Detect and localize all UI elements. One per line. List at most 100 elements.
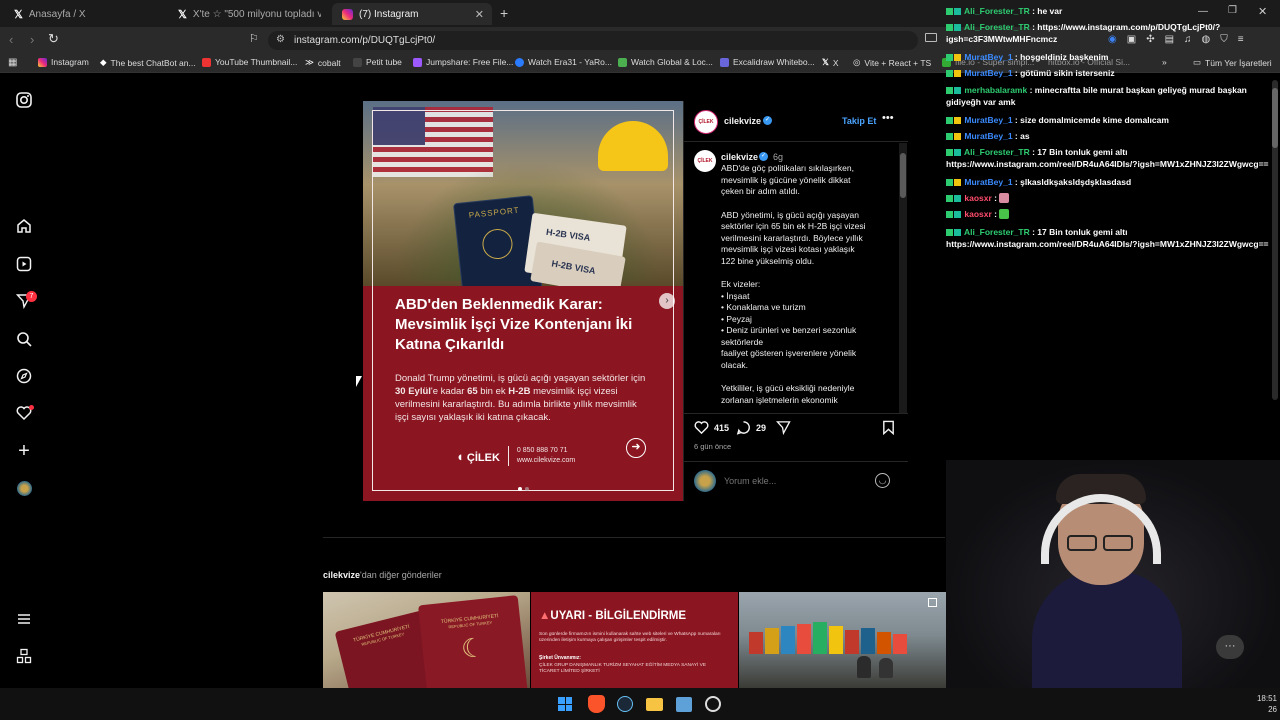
explore-icon[interactable] xyxy=(16,368,32,384)
also-from-meta-icon[interactable] xyxy=(16,648,32,664)
extension-icon[interactable]: ▣ xyxy=(1127,34,1136,45)
chat-username[interactable]: Ali_Forester_TR xyxy=(962,6,1030,16)
bookmark-global[interactable]: Watch Global & Loc... xyxy=(618,57,713,67)
bookmark-cobalt[interactable]: ≫ cobalt xyxy=(305,57,341,68)
person-body-graphic xyxy=(1032,570,1182,700)
extension-icon[interactable]: ◉ xyxy=(1108,34,1117,45)
more-posts-username[interactable]: cilekvize xyxy=(323,570,360,580)
chat-username[interactable]: kaosxr xyxy=(962,193,991,203)
divider xyxy=(323,537,945,538)
brave-browser-icon[interactable] xyxy=(588,695,605,713)
headphones-graphic xyxy=(1041,494,1161,564)
bookmark-youtube-thumbnail[interactable]: YouTube Thumbnail... xyxy=(202,57,297,67)
chat-badge-icon xyxy=(946,24,953,31)
cast-icon[interactable] xyxy=(925,33,937,42)
follow-button[interactable]: Takip Et xyxy=(842,116,876,126)
chat-username[interactable]: Ali_Forester_TR xyxy=(962,22,1030,32)
page-scrollbar[interactable] xyxy=(1272,80,1278,400)
back-icon[interactable]: ‹ xyxy=(9,32,13,47)
chat-username[interactable]: MuratBey_1 xyxy=(962,52,1012,62)
instagram-logo-icon[interactable] xyxy=(16,92,32,108)
like-icon[interactable] xyxy=(694,420,709,440)
close-tab-icon[interactable]: ✕ xyxy=(475,8,484,21)
tab-instagram[interactable]: (7) Instagram ✕ xyxy=(332,3,492,25)
system-clock[interactable]: 18:51 26 xyxy=(1247,693,1277,715)
more-post-thumbnail-warning[interactable]: ▲UYARI - BİLGİLENDİRME Son günlerde firm… xyxy=(531,592,738,688)
comment-input[interactable] xyxy=(724,473,864,489)
author-avatar[interactable]: ÇİLEK xyxy=(694,110,718,134)
bookmark-instagram[interactable]: Instagram xyxy=(38,57,89,67)
chat-username[interactable]: MuratBey_1 xyxy=(962,68,1012,78)
share-icon[interactable] xyxy=(775,420,791,440)
chat-username[interactable]: MuratBey_1 xyxy=(962,115,1012,125)
chat-message: merhabalaramk : minecraftta bile murat b… xyxy=(946,85,1247,95)
bookmark-chatbot[interactable]: ◆ The best ChatBot an... xyxy=(100,57,196,68)
bookmark-jumpshare[interactable]: Jumpshare: Free File... xyxy=(413,57,513,67)
forward-icon[interactable]: › xyxy=(30,32,34,47)
reload-icon[interactable]: ↻ xyxy=(48,31,59,47)
maximize-icon[interactable]: ❐ xyxy=(1228,5,1237,16)
sidebar-icon[interactable]: ▤ xyxy=(1165,34,1174,45)
chat-message-continued: https://www.instagram.com/reel/DR4uA64ID… xyxy=(946,239,1269,249)
chat-username[interactable]: MuratBey_1 xyxy=(962,177,1012,187)
more-options-bubble-icon[interactable]: ··· xyxy=(1216,635,1244,659)
tab-x-post[interactable]: 𝕏 X'te ☆ "500 milyonu topladı ve harca xyxy=(168,3,330,25)
save-icon[interactable] xyxy=(882,420,895,440)
shield-icon[interactable]: ⛉ xyxy=(1220,34,1228,45)
caption-username[interactable]: cilekvize xyxy=(721,152,758,162)
phone-text: 0 850 888 70 71 xyxy=(516,447,568,454)
more-post-thumbnail-passports[interactable]: TÜRKİYE CUMHURİYETİ REPUBLIC OF TURKEY T… xyxy=(323,592,530,688)
search-icon[interactable] xyxy=(16,331,32,347)
bookmark-era31[interactable]: Watch Era31 - YaRo... xyxy=(515,57,612,67)
profile-avatar[interactable] xyxy=(16,480,32,496)
extensions-puzzle-icon[interactable]: ✣ xyxy=(1146,34,1154,45)
home-icon[interactable] xyxy=(16,218,32,234)
bookmark-all-bookmarks[interactable]: ▭ Tüm Yer İşaretleri xyxy=(1193,57,1272,68)
file-explorer-icon[interactable] xyxy=(646,698,663,711)
more-options-icon[interactable]: ••• xyxy=(882,112,894,124)
glasses-graphic xyxy=(1103,535,1133,551)
comment-icon[interactable] xyxy=(736,420,751,440)
chat-username[interactable]: merhabalaramk xyxy=(962,85,1027,95)
chat-username[interactable]: MuratBey_1 xyxy=(962,131,1012,141)
chat-username[interactable]: Ali_Forester_TR xyxy=(962,147,1030,157)
site-info-icon[interactable]: ⚙ xyxy=(276,34,285,45)
chat-badge-icon xyxy=(954,211,961,218)
media-icon[interactable]: ♫ xyxy=(1184,34,1192,45)
author-username[interactable]: cilekvize xyxy=(724,116,761,126)
bookmark-x[interactable]: 𝕏X xyxy=(822,57,839,68)
chat-username[interactable]: kaosxr xyxy=(962,209,991,219)
bookmark-page-icon[interactable]: ⚐ xyxy=(249,32,259,45)
windows-start-icon[interactable] xyxy=(558,697,572,711)
chat-badge-icon xyxy=(946,8,953,15)
bookmark-petit-tube[interactable]: Petit tube xyxy=(353,57,402,67)
photos-icon[interactable] xyxy=(676,697,692,712)
apps-grid-icon[interactable]: ▦ xyxy=(8,57,17,68)
carousel-next-button[interactable]: › xyxy=(659,293,675,309)
more-menu-icon[interactable] xyxy=(16,611,32,627)
reels-icon[interactable] xyxy=(16,256,32,272)
create-plus-icon[interactable]: + xyxy=(16,440,32,462)
tab-label: X'te ☆ "500 milyonu topladı ve harca xyxy=(192,8,321,20)
chat-badge-icon xyxy=(946,87,953,94)
close-window-icon[interactable]: ✕ xyxy=(1258,5,1267,18)
bookmarks-overflow-icon[interactable]: » xyxy=(1162,57,1167,67)
bookmark-vite[interactable]: ◎ Vite + React + TS xyxy=(853,57,931,68)
bookmark-excalidraw[interactable]: Excalidraw Whitebo... xyxy=(720,57,815,67)
tab-x-home[interactable]: 𝕏 Anasayfa / X xyxy=(4,3,164,25)
account-icon[interactable]: ◍ xyxy=(1202,34,1211,45)
instagram-icon xyxy=(342,8,353,20)
minimize-icon[interactable]: — xyxy=(1198,6,1208,17)
more-post-thumbnail-flags[interactable] xyxy=(739,592,946,688)
caption-scrollbar[interactable] xyxy=(899,143,907,413)
menu-icon[interactable]: ≡ xyxy=(1238,34,1244,45)
chat-text: : xyxy=(991,209,1000,219)
url-field[interactable]: ⚙ instagram.com/p/DUQTgLcjPt0/ xyxy=(268,31,918,50)
new-tab-icon[interactable]: + xyxy=(500,5,508,21)
chat-badge-icon xyxy=(954,70,961,77)
caption-author-avatar[interactable]: ÇİLEK xyxy=(694,150,716,172)
emoji-icon[interactable]: ◡ xyxy=(875,473,890,488)
chat-username[interactable]: Ali_Forester_TR xyxy=(962,227,1030,237)
obs-icon[interactable] xyxy=(705,696,721,712)
steam-icon[interactable] xyxy=(617,696,633,712)
